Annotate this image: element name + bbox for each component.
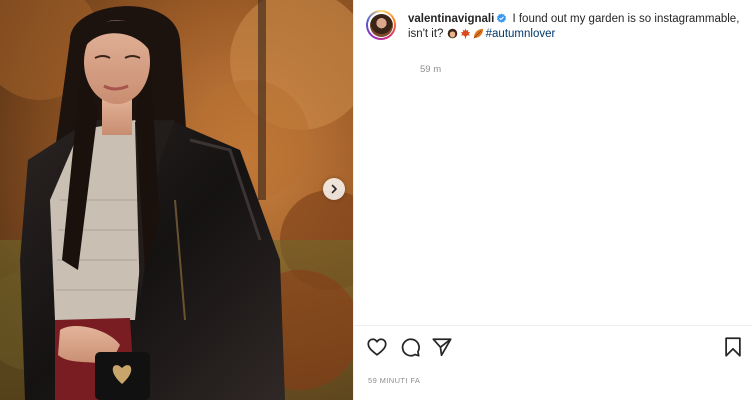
avatar-image (369, 13, 393, 37)
caption-timestamp: 59 m (420, 64, 442, 75)
post-details-panel: valentinavignali I found out my garden i… (353, 0, 752, 400)
fallen-leaf-emoji (473, 28, 483, 39)
maple-leaf-emoji (460, 28, 470, 39)
action-bar (366, 336, 746, 360)
next-photo-button[interactable] (323, 178, 345, 200)
comment-icon (401, 338, 420, 357)
heart-icon (367, 338, 387, 356)
username-link[interactable]: valentinavignali (408, 13, 494, 25)
like-button[interactable] (366, 336, 388, 363)
bookmark-icon (725, 337, 741, 357)
save-button[interactable] (722, 336, 744, 363)
post-photo[interactable] (0, 0, 353, 400)
verified-badge-icon (497, 13, 507, 23)
share-button[interactable] (431, 336, 453, 363)
post-caption: valentinavignali I found out my garden i… (408, 12, 744, 42)
paper-plane-icon (432, 338, 452, 357)
divider (354, 325, 752, 326)
comment-button[interactable] (399, 336, 421, 363)
post-timestamp: 59 MINUTI FA (368, 376, 421, 385)
hashtag-link[interactable]: #autumnlover (486, 28, 556, 40)
chevron-right-icon (331, 184, 337, 194)
woman-emoji (447, 28, 457, 39)
avatar[interactable] (366, 10, 396, 40)
photo-image (0, 0, 353, 400)
